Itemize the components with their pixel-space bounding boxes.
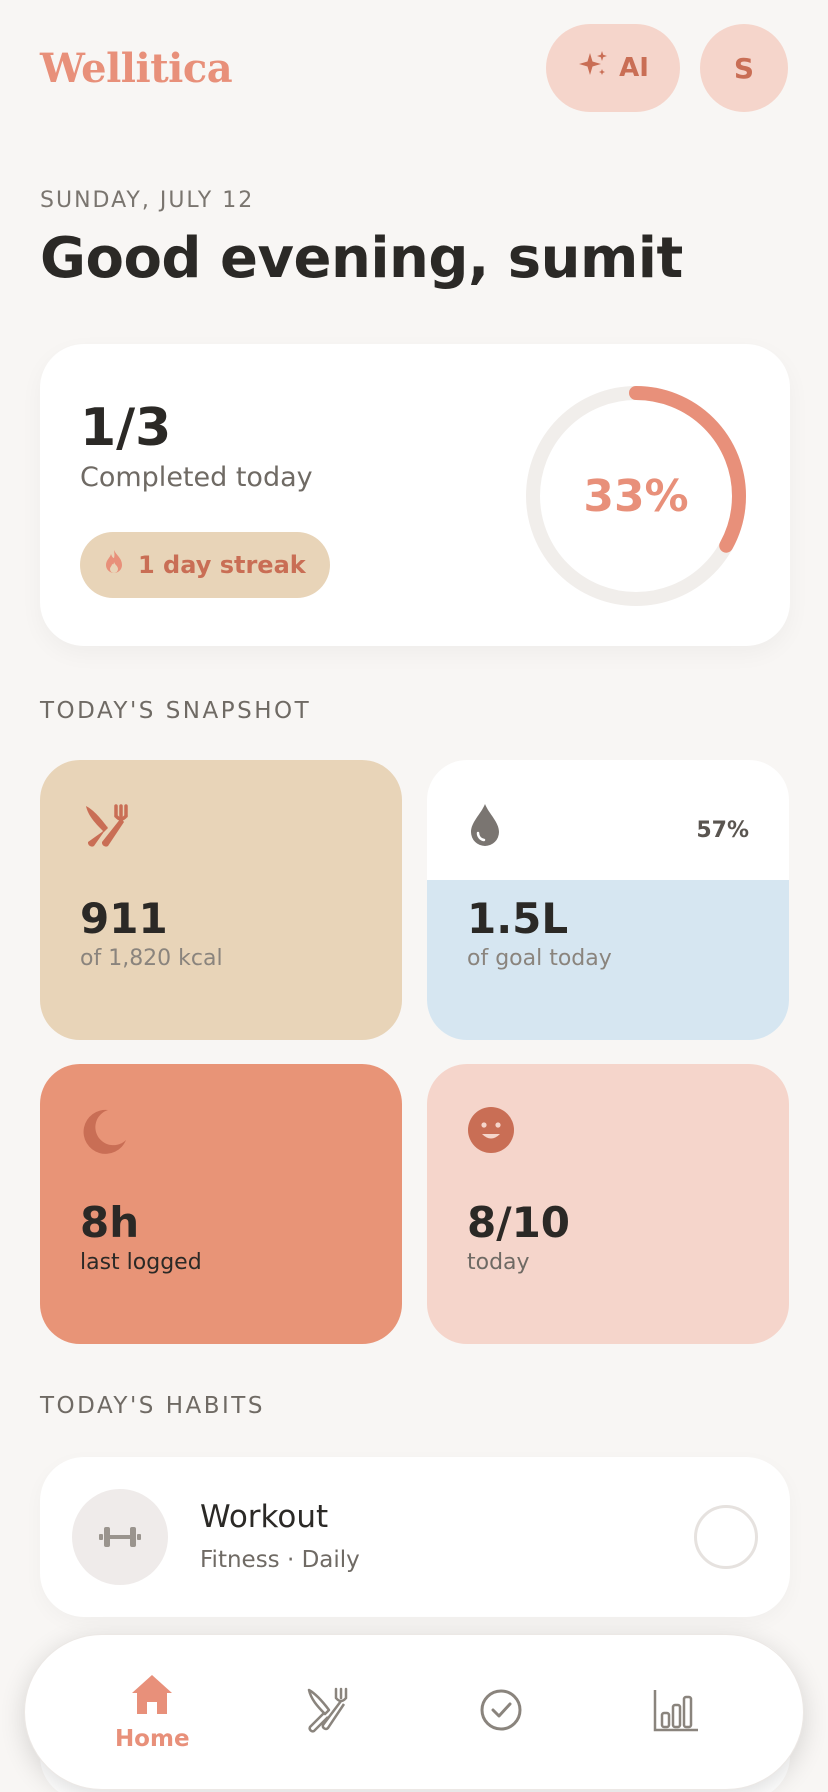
sleep-label: last logged xyxy=(80,1250,202,1275)
current-date: SUNDAY, JULY 12 xyxy=(40,188,255,213)
bar-chart-icon xyxy=(652,1687,700,1737)
utensils-icon xyxy=(303,1686,351,1738)
sparkle-icon xyxy=(577,49,609,88)
water-value: 1.5L xyxy=(467,894,569,943)
ai-button-label: AI xyxy=(619,53,649,83)
snapshot-section-title: TODAY'S SNAPSHOT xyxy=(40,698,312,724)
greeting-title: Good evening, sumit xyxy=(40,226,683,291)
sleep-value: 8h xyxy=(80,1198,140,1247)
calories-value: 911 xyxy=(80,894,168,943)
completed-count: 1/3 xyxy=(80,398,172,458)
moon-icon xyxy=(80,1106,130,1160)
daily-progress-card[interactable]: 1/3 Completed today 1 day streak 33% xyxy=(40,344,790,646)
nav-home[interactable]: Home xyxy=(92,1672,212,1752)
water-drop-icon xyxy=(467,802,503,852)
mood-value: 8/10 xyxy=(467,1198,571,1247)
mood-label: today xyxy=(467,1250,530,1275)
flame-icon xyxy=(104,549,124,581)
header-actions: AI S xyxy=(546,24,788,112)
bottom-nav: Home xyxy=(24,1634,804,1790)
streak-badge: 1 day streak xyxy=(80,532,330,598)
smile-icon xyxy=(467,1106,515,1158)
water-goal: of goal today xyxy=(467,946,612,971)
home-icon xyxy=(129,1672,175,1720)
mood-tile[interactable]: 8/10 today xyxy=(427,1064,789,1344)
calories-goal: of 1,820 kcal xyxy=(80,946,223,971)
nav-insights[interactable] xyxy=(616,1687,736,1737)
user-avatar[interactable]: S xyxy=(700,24,788,112)
water-percent: 57% xyxy=(696,818,749,843)
nav-food[interactable] xyxy=(267,1686,387,1738)
food-tile[interactable]: 911 of 1,820 kcal xyxy=(40,760,402,1040)
habit-meta: Fitness · Daily xyxy=(200,1547,360,1573)
dumbbell-icon xyxy=(72,1489,168,1585)
habit-item[interactable]: Workout Fitness · Daily xyxy=(40,1457,790,1617)
completed-label: Completed today xyxy=(80,462,313,493)
habit-name: Workout xyxy=(200,1499,329,1535)
brand-logo: Wellitica xyxy=(40,44,233,92)
check-circle-icon xyxy=(479,1688,523,1736)
utensils-icon xyxy=(80,802,132,858)
ai-assistant-button[interactable]: AI xyxy=(546,24,680,112)
habit-checkbox[interactable] xyxy=(694,1505,758,1569)
progress-percent: 33% xyxy=(583,470,689,522)
streak-label: 1 day streak xyxy=(138,551,306,579)
habits-section-title: TODAY'S HABITS xyxy=(40,1393,265,1419)
nav-habits[interactable] xyxy=(441,1688,561,1736)
water-tile[interactable]: 57% 1.5L of goal today xyxy=(427,760,789,1040)
app-header: Wellitica AI S xyxy=(40,24,788,112)
nav-home-label: Home xyxy=(114,1726,190,1752)
sleep-tile[interactable]: 8h last logged xyxy=(40,1064,402,1344)
